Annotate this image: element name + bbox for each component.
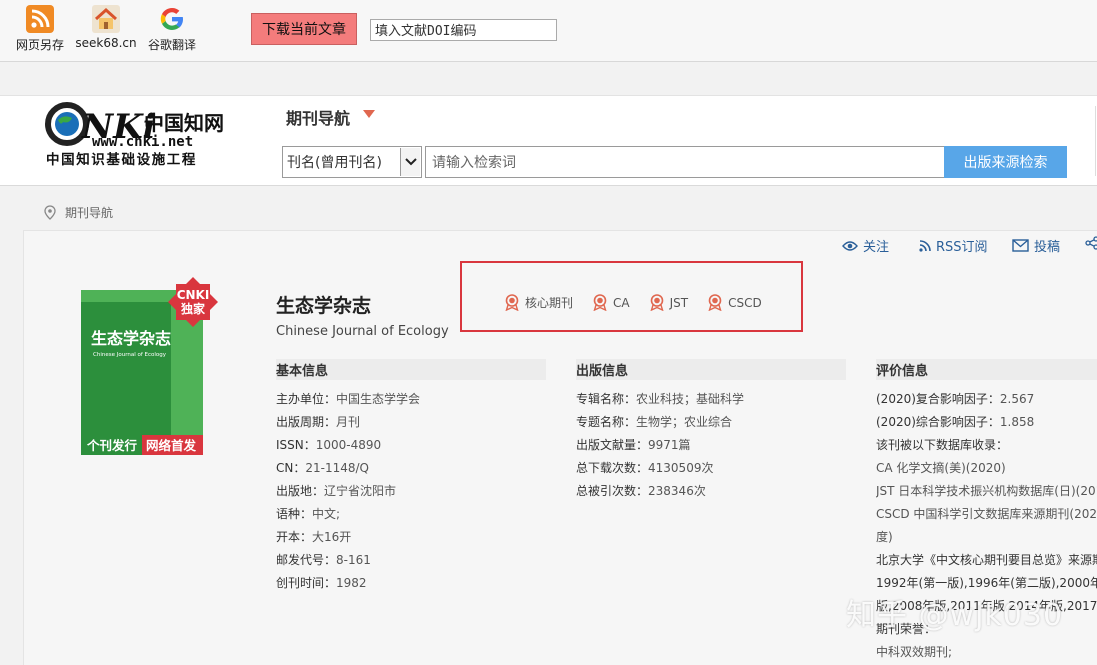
rss-icon bbox=[26, 5, 54, 33]
download-article-button[interactable]: 下载当前文章 bbox=[251, 13, 357, 45]
honor-item: 中科双效期刊; bbox=[876, 645, 953, 659]
google-translate-button[interactable]: 谷歌翻译 bbox=[140, 4, 204, 53]
cover-title-en: Chinese Journal of Ecology bbox=[93, 352, 167, 358]
basic-info-row: CN：21-1148/Q bbox=[276, 461, 369, 475]
dropdown-arrow-icon[interactable] bbox=[400, 148, 420, 176]
google-icon bbox=[160, 8, 183, 30]
breadcrumb-link[interactable]: 期刊导航 bbox=[65, 204, 113, 221]
db-cscd: CSCD 中国科学引文数据库来源期刊(2021- bbox=[876, 507, 1097, 521]
cnki-exclusive-badge: CNKI 独家 bbox=[168, 277, 218, 327]
db-ca: CA 化学文摘(美)(2020) bbox=[876, 461, 1006, 475]
logo-url: www.cnki.net bbox=[92, 134, 193, 150]
google-translate-label: 谷歌翻译 bbox=[147, 38, 196, 52]
journal-title: 生态学杂志 bbox=[276, 295, 372, 317]
basic-info-row: 开本：大16开 bbox=[276, 530, 352, 544]
basic-info-row: 出版地：辽宁省沈阳市 bbox=[276, 484, 397, 498]
highlight-box bbox=[460, 261, 803, 332]
db-cscd-cont: 度) bbox=[876, 530, 893, 544]
basic-info-row: 主办单位：中国生态学学会 bbox=[276, 392, 421, 406]
cover-title: 生态学杂志 bbox=[91, 329, 171, 348]
chevron-down-icon[interactable] bbox=[363, 110, 375, 118]
db-jst: JST 日本科学技术振兴机构数据库(日)(2018 bbox=[876, 484, 1097, 498]
logo-subtitle: 中国知识基础设施工程 bbox=[46, 151, 197, 168]
publish-info-row: 总下载次数：4130509次 bbox=[576, 461, 714, 475]
basic-info-row: 出版周期：月刊 bbox=[276, 415, 361, 429]
search-field-select[interactable]: 刊名(曾用刊名) bbox=[282, 146, 422, 178]
impact-factor-comprehensive: (2020)综合影响因子：1.858 bbox=[876, 415, 1035, 429]
publish-info-row: 总被引次数：238346次 bbox=[576, 484, 706, 498]
publish-info-row: 专题名称：生物学；农业综合 bbox=[576, 415, 733, 429]
save-page-label: 网页另存 bbox=[15, 38, 64, 52]
logo-chinese: 中国知网 bbox=[144, 111, 224, 135]
search-field-value: 刊名(曾用刊名) bbox=[287, 155, 382, 171]
breadcrumb: 期刊导航 bbox=[44, 204, 113, 221]
eye-icon bbox=[842, 240, 858, 251]
pku-core-line2: 1992年(第一版),1996年(第二版),2000年版,2 bbox=[876, 576, 1097, 590]
basic-info-row: 语种：中文; bbox=[276, 507, 341, 521]
publish-info-heading: 出版信息 bbox=[576, 359, 846, 380]
basic-info-row: ISSN：1000-4890 bbox=[276, 438, 382, 452]
eval-info-column: (2020)复合影响因子：2.567 (2020)综合影响因子：1.858 该刊… bbox=[876, 0, 1097, 665]
location-pin-icon bbox=[44, 205, 56, 220]
cover-footer-right: 网络首发 bbox=[146, 438, 197, 453]
pku-core-line1: 北京大学《中文核心期刊要目总览》来源期 bbox=[876, 553, 1097, 567]
badge-line2: 独家 bbox=[180, 301, 206, 316]
journal-nav-menu[interactable]: 期刊导航 bbox=[286, 105, 350, 129]
publish-info-row: 专辑名称：农业科技；基础科学 bbox=[576, 392, 745, 406]
indexed-label: 该刊被以下数据库收录： bbox=[876, 438, 1009, 452]
impact-factor-composite: (2020)复合影响因子：2.567 bbox=[876, 392, 1035, 406]
badge-line1: CNKI bbox=[177, 288, 210, 302]
cover-footer-left: 个刊发行 bbox=[86, 438, 138, 453]
zhihu-watermark: 知乎 @wjk030 bbox=[846, 598, 1064, 633]
publish-info-row: 出版文献量：9971篇 bbox=[576, 438, 691, 452]
doi-input[interactable]: 填入文献DOI编码 bbox=[370, 19, 557, 41]
basic-info-row: 创刊时间：1982 bbox=[276, 576, 367, 590]
basic-info-heading: 基本信息 bbox=[276, 359, 546, 380]
cnki-logo[interactable]: NKi 中国知网 www.cnki.net 中国知识基础设施工程 bbox=[44, 100, 234, 168]
save-page-button[interactable]: 网页另存 bbox=[8, 4, 72, 53]
seek68-button[interactable]: seek68.cn bbox=[74, 4, 138, 50]
search-input[interactable]: 请输入检索词 bbox=[425, 146, 945, 178]
seek68-label: seek68.cn bbox=[75, 36, 137, 50]
journal-title-en: Chinese Journal of Ecology bbox=[276, 324, 449, 339]
home-icon bbox=[92, 5, 120, 33]
basic-info-row: 邮发代号：8-161 bbox=[276, 553, 371, 567]
journal-cover-image[interactable]: 生态学杂志 Chinese Journal of Ecology 个刊发行 网络… bbox=[81, 277, 218, 455]
